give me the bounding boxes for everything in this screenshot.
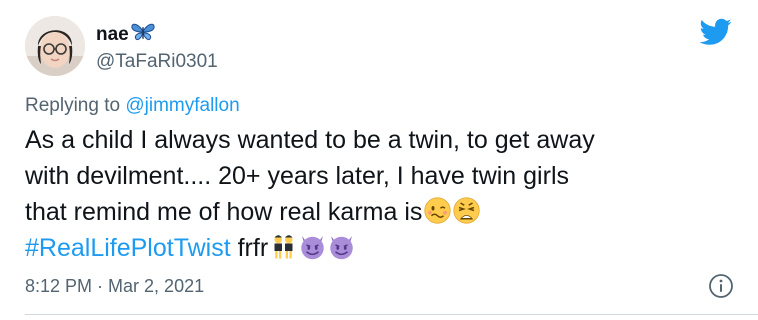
tweet-text-line-2: with devilment.... 20+ years later, I ha… (25, 162, 569, 190)
timestamp-time: 8:12 PM (25, 276, 93, 296)
reply-prefix: Replying to (25, 95, 126, 116)
hashtag-link[interactable]: #RealLifePlotTwist (25, 234, 231, 262)
user-handle[interactable]: @TaFaRi0301 (96, 51, 218, 73)
timestamp-date: Mar 2, 2021 (108, 276, 205, 296)
tweet-text: As a child I always wanted to be a twin,… (25, 122, 745, 266)
avatar[interactable] (25, 16, 85, 76)
reply-to-handle-link[interactable]: @jimmyfallon (125, 95, 239, 116)
tweet-text-line-3: that remind me of how real karma is (25, 194, 745, 230)
tweet-text-line-3-text: that remind me of how real karma is (25, 198, 423, 226)
woozy-face-icon (424, 197, 452, 224)
tweet-card: nae @TaFaRi0301 Replying to @jimmyfallon… (0, 0, 758, 320)
tweet-suffix: frfr (230, 234, 269, 262)
info-icon[interactable] (708, 273, 734, 299)
display-name[interactable]: nae (96, 22, 155, 48)
display-name-text: nae (96, 24, 129, 45)
smiling-devil-icon (299, 233, 326, 260)
timestamp-separator: · (92, 276, 109, 296)
bottom-divider (25, 314, 758, 315)
butterfly-icon (131, 22, 155, 48)
tweet-timestamp[interactable]: 8:12 PM · Mar 2, 2021 (25, 275, 204, 297)
weary-face-icon (453, 197, 481, 224)
tweet-text-line-4: #RealLifePlotTwist frfr (25, 230, 745, 266)
tweet-text-line-1: As a child I always wanted to be a twin,… (25, 126, 595, 154)
twin-girls-icon (270, 233, 297, 260)
smiling-devil-icon (328, 233, 355, 260)
twitter-bird-icon[interactable] (699, 18, 732, 46)
avatar-image (25, 16, 85, 76)
reply-context: Replying to @jimmyfallon (25, 95, 240, 117)
